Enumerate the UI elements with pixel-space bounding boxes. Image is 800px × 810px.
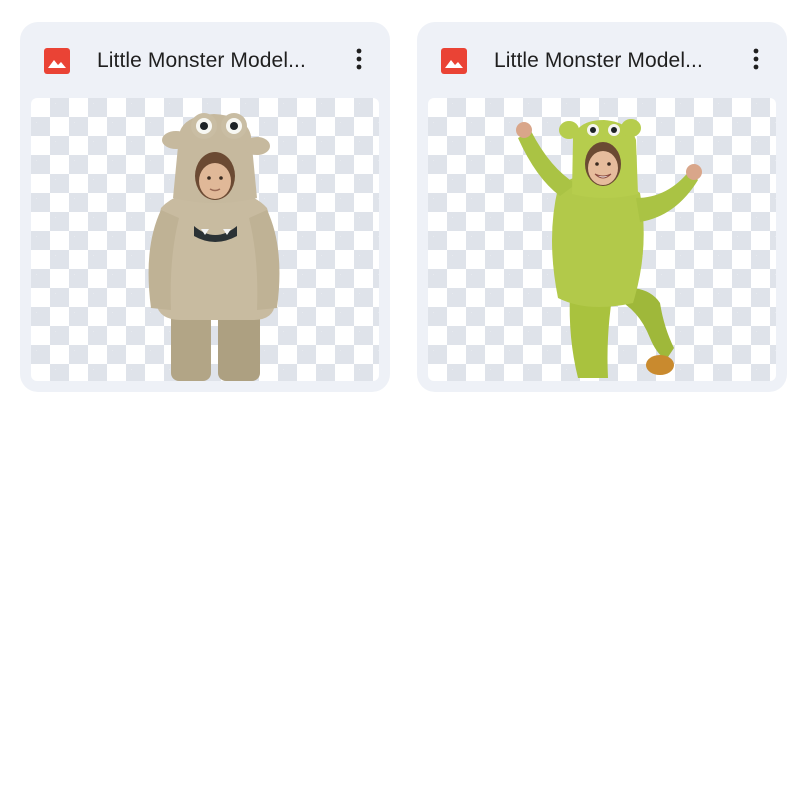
file-card[interactable]: Little Monster Model... bbox=[20, 22, 390, 392]
image-file-icon bbox=[441, 48, 467, 74]
more-vert-icon bbox=[753, 48, 759, 70]
file-title[interactable]: Little Monster Model... bbox=[97, 48, 337, 74]
beige-monster-costume-image bbox=[148, 113, 280, 381]
file-title[interactable]: Little Monster Model... bbox=[494, 48, 734, 74]
file-grid: Little Monster Model... Little Monster M… bbox=[0, 0, 800, 810]
file-card-header: Little Monster Model... bbox=[417, 22, 787, 98]
file-thumbnail[interactable] bbox=[428, 98, 776, 381]
more-options-button[interactable] bbox=[344, 44, 374, 74]
file-card[interactable]: Little Monster Model... bbox=[417, 22, 787, 392]
more-options-button[interactable] bbox=[741, 44, 771, 74]
image-file-icon bbox=[44, 48, 70, 74]
more-vert-icon bbox=[356, 48, 362, 70]
file-thumbnail[interactable] bbox=[31, 98, 379, 381]
file-card-header: Little Monster Model... bbox=[20, 22, 390, 98]
green-monster-costume-image bbox=[516, 119, 702, 378]
